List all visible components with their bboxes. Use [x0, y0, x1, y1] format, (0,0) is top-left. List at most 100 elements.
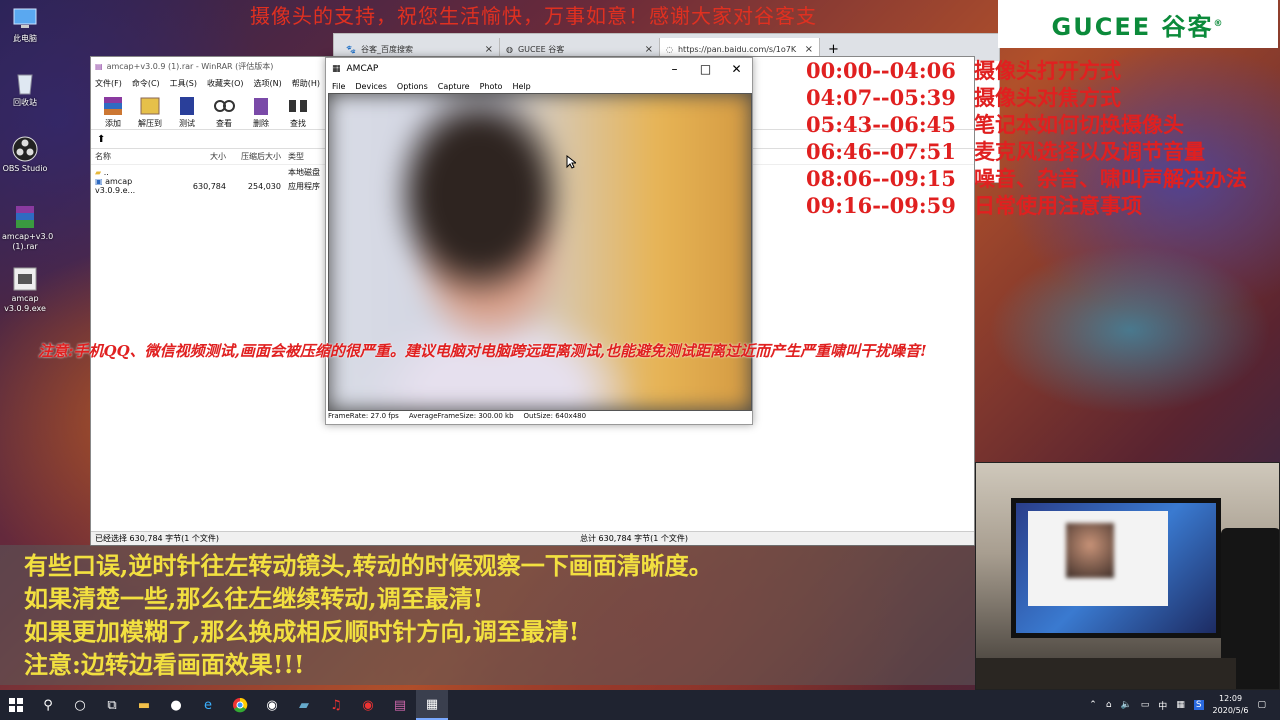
- desktop-icon-recycle-bin[interactable]: 回收站: [2, 70, 48, 108]
- subtitle-line: 注意:边转边看画面效果!!!: [24, 650, 305, 679]
- menu-item[interactable]: 帮助(H): [292, 78, 320, 89]
- webcam-inset: [975, 462, 1280, 690]
- close-icon[interactable]: ×: [485, 44, 493, 55]
- menu-file[interactable]: File: [332, 82, 345, 91]
- row-type: 本地磁盘: [288, 167, 320, 177]
- search-button[interactable]: ⚲: [32, 690, 64, 720]
- chevron-up-icon[interactable]: ⌃: [1089, 700, 1097, 710]
- extract-button[interactable]: 解压到: [134, 95, 166, 129]
- menu-item[interactable]: 命令(C): [132, 78, 160, 89]
- camera-preview: [328, 93, 752, 411]
- tab-label: https://pan.baidu.com/s/1o7K: [677, 45, 797, 54]
- music-icon: ♫: [330, 697, 342, 713]
- menu-item[interactable]: 文件(F): [95, 78, 122, 89]
- row-name: ▣ amcap v3.0.9.e...: [91, 177, 171, 195]
- desktop-icon-this-pc[interactable]: 此电脑: [2, 6, 48, 44]
- menu-item[interactable]: 选项(N): [254, 78, 282, 89]
- column-name[interactable]: 名称: [91, 151, 171, 162]
- minimize-button[interactable]: –: [659, 62, 690, 76]
- app-icon: ▣: [95, 177, 103, 186]
- menu-capture[interactable]: Capture: [438, 82, 470, 91]
- taskbar-obs[interactable]: ◉: [256, 690, 288, 720]
- column-packed[interactable]: 压缩后大小: [226, 151, 281, 162]
- inset-monitor: [1011, 498, 1221, 638]
- tool-label: 添加: [105, 119, 121, 128]
- status-right: 总计 630,784 字节(1 个文件): [580, 534, 689, 543]
- folder-icon: ▬: [137, 697, 151, 713]
- taskbar-netease[interactable]: ◉: [352, 690, 384, 720]
- grid-icon[interactable]: ▦: [1176, 700, 1185, 710]
- network-icon[interactable]: ⌂: [1106, 700, 1112, 710]
- column-size[interactable]: 大小: [171, 151, 226, 162]
- find-button[interactable]: 查找: [282, 95, 314, 129]
- tool-label: 查找: [290, 119, 306, 128]
- amcap-window: ▦ AMCAP – □ ✕ File Devices Options Captu…: [325, 57, 753, 425]
- tool-label: 删除: [253, 119, 269, 128]
- camera-icon: ▦: [332, 64, 341, 74]
- menu-help[interactable]: Help: [512, 82, 530, 91]
- battery-icon[interactable]: ▭: [1141, 700, 1150, 710]
- menu-item[interactable]: 收藏夹(O): [207, 78, 244, 89]
- add-button[interactable]: 添加: [97, 95, 129, 129]
- timeline-item: 05:43--06:45 笔记本如何切换摄像头: [806, 111, 1247, 138]
- window-title: AMCAP: [346, 64, 379, 74]
- desktop-icon-rar[interactable]: amcap+v3.0 (1).rar: [2, 204, 53, 252]
- test-icon: [180, 97, 194, 115]
- row-packed: 254,030: [247, 181, 281, 191]
- paw-icon: 🐾: [346, 45, 356, 54]
- delete-button[interactable]: 删除: [245, 95, 277, 129]
- desktop-icon-exe[interactable]: amcap v3.0.9.exe: [2, 266, 48, 314]
- input-language[interactable]: 中: [1158, 699, 1167, 712]
- close-icon[interactable]: ×: [645, 44, 653, 55]
- cortana-icon: ○: [74, 697, 86, 713]
- subtitle-block: 有些口误,逆时针往左转动镜头,转动的时候观察一下画面清晰度。 如果清楚一些,那么…: [24, 549, 713, 681]
- ie-360-icon: e: [204, 697, 212, 713]
- taskbar-amcap[interactable]: ▦: [416, 690, 448, 720]
- clock-date: 2020/5/6: [1212, 706, 1249, 715]
- pen-icon: ▰: [299, 697, 309, 713]
- taskbar-qq[interactable]: ●: [160, 690, 192, 720]
- column-type[interactable]: 类型: [281, 151, 304, 162]
- menu-item[interactable]: 工具(S): [170, 78, 197, 89]
- taskbar-app[interactable]: ▰: [288, 690, 320, 720]
- taskbar-360[interactable]: e: [192, 690, 224, 720]
- menu-options[interactable]: Options: [397, 82, 428, 91]
- start-button[interactable]: [0, 690, 32, 720]
- top-scrolling-banner: 摄像头的支持，祝您生活愉快，万事如意！感谢大家对谷客支: [250, 4, 817, 28]
- notifications-icon[interactable]: ▢: [1257, 700, 1266, 710]
- winrar-icon: ▤: [95, 61, 103, 71]
- delete-icon: [254, 98, 268, 115]
- test-button[interactable]: 测试: [171, 95, 203, 129]
- obs-icon: ◉: [266, 697, 278, 713]
- timeline-time: 08:06--09:15: [806, 166, 956, 191]
- clock[interactable]: 12:09 2020/5/6: [1213, 693, 1249, 717]
- task-view-button[interactable]: ⧉: [96, 690, 128, 720]
- up-folder-icon[interactable]: ⬆: [97, 134, 105, 145]
- timeline-time: 09:16--09:59: [806, 193, 956, 218]
- task-view-icon: ⧉: [107, 697, 117, 713]
- timeline-desc: 摄像头打开方式: [974, 58, 1121, 83]
- taskbar-chrome[interactable]: [224, 690, 256, 720]
- ime-icon[interactable]: S: [1193, 700, 1204, 710]
- cortana-button[interactable]: ○: [64, 690, 96, 720]
- menu-devices[interactable]: Devices: [355, 82, 387, 91]
- outsize-readout: OutSize: 640x480: [523, 412, 587, 420]
- window-title: amcap+v3.0.9 (1).rar - WinRAR (评估版本): [106, 61, 274, 71]
- taskbar-music[interactable]: ♫: [320, 690, 352, 720]
- chrome-icon: [233, 697, 248, 713]
- mouse-cursor-icon: [566, 155, 576, 169]
- close-button[interactable]: ✕: [721, 62, 752, 76]
- timeline-time: 05:43--06:45: [806, 112, 956, 137]
- row-size: 630,784: [192, 181, 226, 191]
- taskbar-explorer[interactable]: ▬: [128, 690, 160, 720]
- view-button[interactable]: 查看: [208, 95, 240, 129]
- close-icon[interactable]: ×: [805, 44, 813, 55]
- view-icon: [214, 100, 235, 112]
- brand-name: GUCEE 谷客: [1051, 12, 1214, 41]
- maximize-button[interactable]: □: [690, 62, 721, 76]
- obs-icon: [12, 136, 38, 162]
- volume-icon[interactable]: 🔈: [1121, 700, 1132, 710]
- desktop-icon-obs[interactable]: OBS Studio: [2, 136, 48, 174]
- taskbar-winrar[interactable]: ▤: [384, 690, 416, 720]
- menu-photo[interactable]: Photo: [480, 82, 503, 91]
